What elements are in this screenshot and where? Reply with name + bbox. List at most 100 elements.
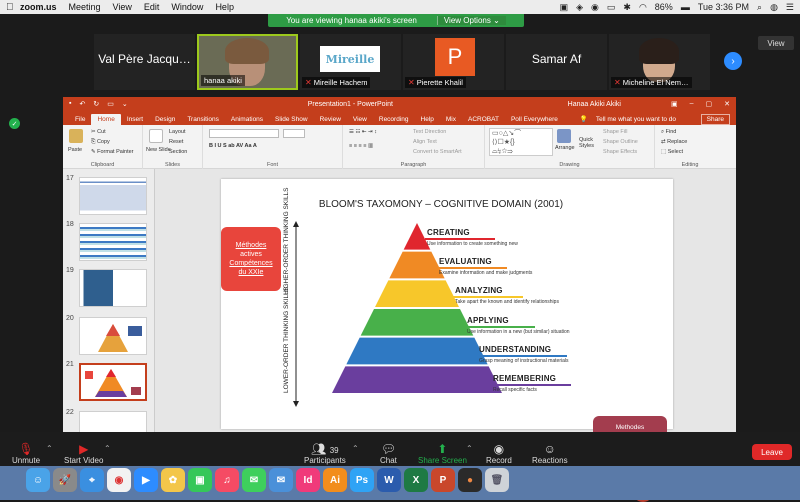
undo-icon[interactable]: ↶ <box>79 100 85 108</box>
share-options-chevron-icon[interactable]: ⌃ <box>466 444 473 453</box>
dock-mail-icon[interactable]: ✉ <box>269 468 293 492</box>
wifi-icon[interactable]: ◠ <box>639 2 647 13</box>
find-button[interactable]: ⌕ Find <box>661 129 676 136</box>
shape-fill-button[interactable]: Shape Fill <box>603 129 627 135</box>
siri-icon[interactable]: ◍ <box>770 2 778 13</box>
menu-window[interactable]: Window <box>171 2 203 12</box>
unmute-button[interactable]: 🎙︎ Unmute <box>12 442 40 465</box>
layout-button[interactable]: Layout <box>169 129 186 135</box>
apple-icon[interactable]:  <box>6 2 20 13</box>
start-video-button[interactable]: ▶︎ Start Video <box>64 442 103 465</box>
tab-poll-everywhere[interactable]: Poll Everywhere <box>505 114 564 125</box>
tab-home[interactable]: Home <box>91 114 121 125</box>
dock-chrome-icon[interactable]: ◉ <box>107 468 131 492</box>
participants-chevron-icon[interactable]: ⌃ <box>352 444 359 453</box>
copy-button[interactable]: ⎘ Copy <box>91 139 110 146</box>
customize-icon[interactable]: ⌄ <box>122 100 128 108</box>
minimize-icon[interactable]: – <box>690 100 694 108</box>
dock-excel-icon[interactable]: X <box>404 468 428 492</box>
leave-button[interactable]: Leave <box>752 444 792 460</box>
cut-button[interactable]: ✂ Cut <box>91 129 106 135</box>
chat-button[interactable]: 💬︎ Chat <box>380 442 397 465</box>
select-button[interactable]: ⬚ Select <box>661 149 683 155</box>
replace-button[interactable]: ⇄ Replace <box>661 139 687 145</box>
close-icon[interactable]: ✕ <box>724 100 730 108</box>
start-slideshow-icon[interactable]: ▭ <box>107 100 114 108</box>
record-button[interactable]: ◉ Record <box>486 442 512 465</box>
list-buttons[interactable]: ☰ ☷ ⇤ ⇥ ↕ <box>349 129 377 135</box>
battery-percent[interactable]: 86% <box>655 2 673 12</box>
menu-meeting[interactable]: Meeting <box>69 2 101 12</box>
slide-thumbnail[interactable] <box>79 223 147 261</box>
participant-tile[interactable]: P ✕ Pierette Khalil <box>403 34 504 90</box>
align-text-button[interactable]: Align Text <box>413 139 437 145</box>
shape-outline-button[interactable]: Shape Outline <box>603 139 638 145</box>
tab-animations[interactable]: Animations <box>225 114 269 125</box>
new-slide-icon[interactable] <box>149 129 163 143</box>
methodes-actives-box[interactable]: Méthodes actives Compétences du XXIe <box>221 227 281 291</box>
dock-powerpoint-icon[interactable]: P <box>431 468 455 492</box>
share-screen-button[interactable]: ⬆︎ Share Screen <box>418 442 467 465</box>
paste-button[interactable]: Paste <box>68 147 82 153</box>
record-icon[interactable]: ◉ <box>591 2 599 13</box>
section-button[interactable]: Section <box>169 149 187 155</box>
menu-app-name[interactable]: zoom.us <box>20 2 57 12</box>
ribbon-display-icon[interactable]: ▣ <box>671 100 678 108</box>
align-buttons[interactable]: ≡ ≡ ≡ ≡ ▥ <box>349 143 373 149</box>
dropbox-icon[interactable]: ◈ <box>576 2 583 13</box>
font-style-buttons[interactable]: B I U S ab AV Aa A <box>209 143 257 149</box>
notification-center-icon[interactable]: ☰ <box>786 2 794 13</box>
share-button[interactable]: Share <box>700 114 730 125</box>
participant-tile[interactable]: Val Père Jacqu… <box>94 34 195 90</box>
bluetooth-icon[interactable]: ✱ <box>623 2 631 13</box>
participant-tile[interactable]: Mireille ✕ Mireille Hachem <box>300 34 401 90</box>
view-options-button[interactable]: View Options ⌄ <box>436 16 506 25</box>
shape-effects-button[interactable]: Shape Effects <box>603 149 637 155</box>
screen-icon[interactable]: ▭ <box>607 2 616 13</box>
slide-thumbnail-selected[interactable] <box>79 363 147 401</box>
clock[interactable]: Tue 3:36 PM <box>698 2 749 12</box>
paste-icon[interactable] <box>69 129 83 143</box>
tab-slide-show[interactable]: Slide Show <box>269 114 314 125</box>
ppt-user-name[interactable]: Hanaa Akiki Akiki <box>568 101 621 108</box>
dock-photos-icon[interactable]: ✿ <box>161 468 185 492</box>
dock-messages-icon[interactable]: ✉ <box>242 468 266 492</box>
search-icon[interactable]: ⌕ <box>757 2 762 13</box>
convert-smartart-button[interactable]: Convert to SmartArt <box>413 149 462 155</box>
tab-design[interactable]: Design <box>149 114 181 125</box>
maximize-icon[interactable]: ▢ <box>706 100 713 108</box>
shapes-gallery[interactable]: ▭○△↘⌒ ⟨⟩☐★{} ⌓↯☆⇒ <box>489 128 553 156</box>
zoom-status-icon[interactable]: ▣ <box>560 2 569 13</box>
tab-insert[interactable]: Insert <box>121 114 149 125</box>
tab-review[interactable]: Review <box>314 114 347 125</box>
view-button[interactable]: View <box>758 36 794 50</box>
slide-thumbnail[interactable] <box>79 317 147 355</box>
dock-trash-icon[interactable]: 🗑 <box>485 468 509 492</box>
font-size-dropdown[interactable] <box>283 129 305 138</box>
dock-indesign-icon[interactable]: Id <box>296 468 320 492</box>
dock-word-icon[interactable]: W <box>377 468 401 492</box>
dock-safari-icon[interactable]: ⌖ <box>80 468 104 492</box>
tab-recording[interactable]: Recording <box>373 114 415 125</box>
arrange-button[interactable]: Arrange <box>555 145 575 151</box>
tab-acrobat[interactable]: ACROBAT <box>462 114 505 125</box>
text-direction-button[interactable]: Text Direction <box>413 129 446 135</box>
redo-icon[interactable]: ↻ <box>93 100 99 108</box>
menu-view[interactable]: View <box>113 2 132 12</box>
dock-photoshop-icon[interactable]: Ps <box>350 468 374 492</box>
tab-file[interactable]: File <box>69 114 91 125</box>
participant-tile[interactable]: Samar Af <box>506 34 607 90</box>
current-slide[interactable]: BLOOM'S TAXOMONY – COGNITIVE DOMAIN (200… <box>221 179 673 429</box>
participant-tile-active-speaker[interactable]: hanaa akiki <box>197 34 298 90</box>
menu-edit[interactable]: Edit <box>144 2 160 12</box>
menu-help[interactable]: Help <box>215 2 234 12</box>
slide-thumbnail[interactable] <box>79 177 147 215</box>
dock-zoom-icon[interactable]: ▶ <box>134 468 158 492</box>
format-painter-button[interactable]: ✎ Format Painter <box>91 149 134 155</box>
dock-launchpad-icon[interactable]: 🚀 <box>53 468 77 492</box>
reset-button[interactable]: Reset <box>169 139 183 145</box>
audio-options-chevron-icon[interactable]: ⌃ <box>46 444 53 453</box>
dock-music-icon[interactable]: ♫ <box>215 468 239 492</box>
battery-icon[interactable]: ▬ <box>681 2 690 12</box>
participant-tile[interactable]: ✕ Micheline El Nem… <box>609 34 710 90</box>
